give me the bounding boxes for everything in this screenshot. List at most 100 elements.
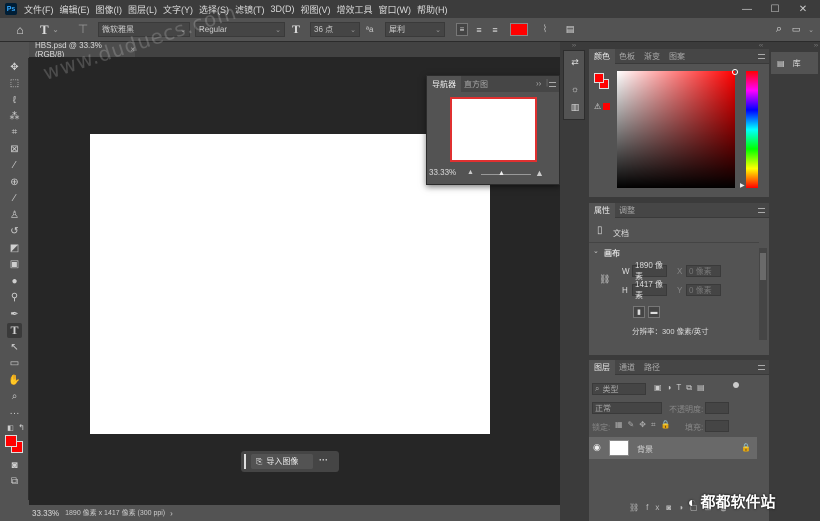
workspace-dropdown-icon[interactable]: ⌄ — [806, 22, 816, 37]
tab-channels[interactable]: 通道 — [614, 360, 640, 375]
clone-stamp-tool-icon[interactable]: ♙ — [7, 208, 22, 223]
color-picker-marker[interactable] — [732, 69, 738, 75]
home-icon[interactable]: ⌂ — [12, 22, 28, 37]
menu-file[interactable]: 文件(F) — [24, 3, 54, 16]
tab-color[interactable]: 颜色 — [589, 49, 615, 64]
swap-colors-icon[interactable]: ↰ — [14, 420, 29, 435]
layer-filter-icons[interactable]: ▣◑T⧉▤ — [654, 383, 710, 393]
tab-patterns[interactable]: 图案 — [664, 49, 690, 64]
photoshop-logo-icon[interactable]: Ps — [5, 3, 17, 15]
properties-scroll-thumb[interactable] — [760, 253, 766, 280]
gamut-swatch[interactable] — [603, 103, 610, 110]
hue-slider[interactable] — [746, 71, 758, 188]
import-image-button[interactable]: ⎘ 导入图像 — [251, 454, 313, 469]
menu-edit[interactable]: 编辑(E) — [60, 3, 90, 16]
y-field[interactable]: 0 像素 — [686, 284, 721, 296]
layer-row-background[interactable]: ◉ 背景 🔒 — [589, 437, 757, 459]
hue-slider-handle[interactable]: ▶ — [740, 182, 745, 189]
workspace-icon[interactable]: ▭ — [790, 22, 802, 37]
move-tool-icon[interactable]: ✥ — [7, 60, 22, 75]
font-size-select[interactable]: 36 点 ⌄ — [310, 22, 360, 37]
rectangle-tool-icon[interactable]: ▭ — [7, 356, 22, 371]
hand-tool-icon[interactable]: ✋ — [7, 373, 22, 388]
collapse-right-dock-icon[interactable]: ‹‹ — [589, 43, 767, 49]
libraries-button[interactable]: ▤ 库 — [771, 52, 818, 74]
close-window-button[interactable]: ✕ — [789, 0, 817, 18]
panel-menu-icon[interactable] — [549, 82, 556, 87]
navigator-zoom[interactable]: 33.33% — [429, 168, 456, 177]
search-icon[interactable]: ⌕ — [773, 22, 785, 37]
x-field[interactable]: 0 像素 — [686, 265, 721, 277]
more-options-button[interactable]: ··· — [319, 455, 328, 465]
width-field[interactable]: 1890 像素 — [632, 261, 667, 281]
visibility-eye-icon[interactable]: ◉ — [593, 442, 601, 453]
foreground-color-swatch[interactable] — [5, 435, 17, 447]
maximize-button[interactable]: ☐ — [761, 0, 789, 18]
warp-text-icon[interactable]: ⌇ — [539, 22, 551, 37]
menu-window[interactable]: 窗口(W) — [379, 3, 412, 16]
pen-tool-icon[interactable]: ✒ — [7, 307, 22, 322]
type-tool-preset-icon[interactable]: T ⌄ — [40, 22, 59, 37]
align-left-button[interactable]: ≡ — [456, 23, 468, 36]
tab-navigator[interactable]: 导航器 — [427, 76, 461, 92]
opacity-field[interactable] — [705, 402, 729, 414]
histogram-panel-icon[interactable]: ▥ — [568, 100, 582, 114]
eyedropper-tool-icon[interactable]: ⁄ — [7, 158, 22, 173]
tab-adjustments[interactable]: 调整 — [614, 203, 640, 218]
magic-wand-tool-icon[interactable]: ⁂ — [7, 109, 22, 124]
color-field[interactable] — [617, 71, 735, 188]
menu-view[interactable]: 视图(V) — [301, 3, 331, 16]
zoom-slider-handle[interactable]: ▲ — [498, 170, 505, 177]
chevron-down-icon[interactable]: ⌄ — [593, 247, 599, 255]
filter-toggle-icon[interactable] — [733, 382, 739, 388]
antialias-select[interactable]: 犀利 ⌄ — [385, 22, 445, 37]
lasso-tool-icon[interactable]: ℓ — [7, 93, 22, 108]
properties-panel-menu-icon[interactable] — [758, 208, 765, 213]
status-arrow-icon[interactable]: › — [170, 509, 173, 518]
text-color-swatch[interactable] — [510, 23, 528, 36]
navigator-preview[interactable] — [450, 97, 537, 162]
layers-panel-menu-icon[interactable] — [758, 365, 765, 370]
blend-mode-select[interactable]: 正常 — [592, 402, 662, 414]
eraser-tool-icon[interactable]: ◩ — [7, 241, 22, 256]
zoom-tool-icon[interactable]: ⌕ — [7, 389, 22, 404]
history-panel-icon[interactable]: ⇄ — [568, 55, 582, 69]
tab-layers[interactable]: 图层 — [589, 360, 615, 375]
menu-help[interactable]: 帮助(H) — [417, 3, 448, 16]
align-center-button[interactable]: ≡ — [473, 22, 485, 37]
portrait-orientation-icon[interactable]: ▮ — [633, 306, 645, 318]
layer-lock-icon[interactable]: 🔒 — [741, 443, 751, 452]
tab-swatches[interactable]: 色板 — [614, 49, 640, 64]
status-zoom[interactable]: 33.33% — [32, 509, 59, 518]
more-tools-icon[interactable]: ··· — [7, 406, 22, 421]
color-panel-menu-icon[interactable] — [758, 54, 765, 59]
history-brush-tool-icon[interactable]: ↺ — [7, 224, 22, 239]
path-selection-tool-icon[interactable]: ↖ — [7, 340, 22, 355]
lock-options-icons[interactable]: ▦✎✥⌗🔒 — [615, 420, 675, 430]
toggle-orientation-icon[interactable]: ⊤ — [76, 22, 90, 37]
menu-3d[interactable]: 3D(D) — [271, 4, 295, 14]
link-dimensions-icon[interactable]: ⛓ — [599, 274, 610, 285]
dodge-tool-icon[interactable]: ⚲ — [7, 290, 22, 305]
landscape-orientation-icon[interactable]: ▬ — [648, 306, 660, 318]
color-fg-swatch[interactable] — [594, 73, 604, 83]
gamut-warning-icon[interactable]: ⚠ — [594, 102, 601, 111]
menu-image[interactable]: 图像(I) — [96, 3, 123, 16]
blur-tool-icon[interactable]: ● — [7, 274, 22, 289]
menu-plugins[interactable]: 增效工具 — [337, 3, 373, 16]
menu-layer[interactable]: 图层(L) — [128, 3, 157, 16]
fill-field[interactable] — [705, 420, 729, 432]
crop-tool-icon[interactable]: ⌗ — [7, 125, 22, 140]
collapse-library-icon[interactable]: ›› — [771, 43, 818, 49]
collapse-icon[interactable]: ›› — [536, 79, 541, 88]
collapse-dock-icon[interactable]: ›› — [563, 43, 585, 49]
align-right-button[interactable]: ≡ — [489, 22, 501, 37]
gradient-tool-icon[interactable]: ▣ — [7, 257, 22, 272]
tab-properties[interactable]: 属性 — [589, 203, 615, 218]
healing-brush-tool-icon[interactable]: ⊕ — [7, 175, 22, 190]
zoom-in-icon[interactable]: ▲ — [535, 168, 544, 178]
zoom-out-icon[interactable]: ▲ — [467, 169, 474, 176]
tab-gradients[interactable]: 渐变 — [639, 49, 665, 64]
screen-mode-icon[interactable]: ⧉ — [7, 474, 22, 489]
menu-filter[interactable]: 滤镜(T) — [235, 3, 265, 16]
